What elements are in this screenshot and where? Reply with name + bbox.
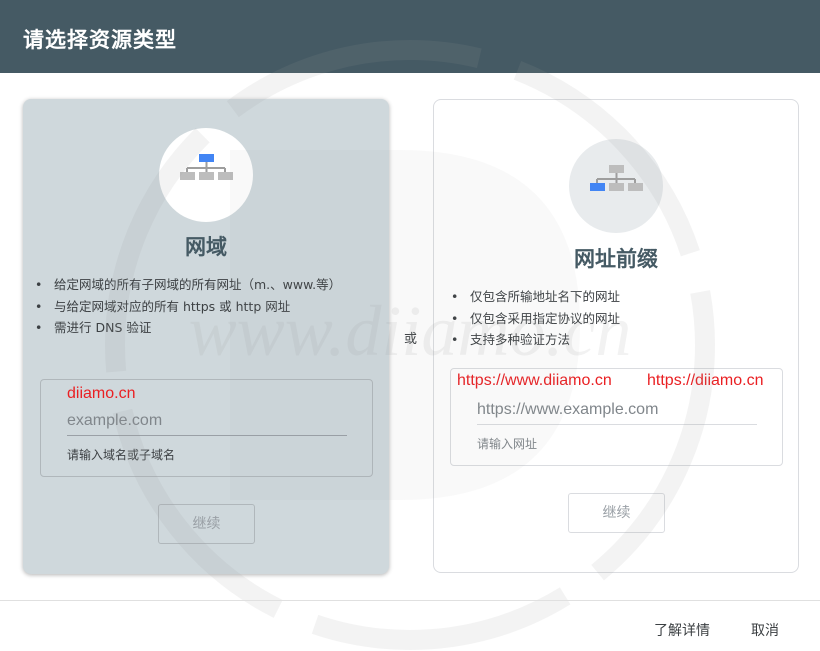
prefix-input-helper: 请输入网址 (477, 437, 538, 451)
domain-continue-button[interactable]: 继续 (158, 504, 255, 544)
list-item: 需进行 DNS 验证 (35, 317, 367, 339)
sitemap-icon (590, 165, 643, 191)
sitemap-icon (180, 154, 233, 180)
prefix-continue-button[interactable]: 继续 (568, 493, 665, 533)
list-item: 给定网域的所有子网域的所有网址（m.、www.等） (35, 274, 367, 296)
domain-icon-circle (159, 128, 253, 222)
dialog-header: 请选择资源类型 (0, 0, 820, 73)
prefix-card-title: 网址前缀 (574, 247, 658, 271)
list-item: 支持多种验证方法 (451, 329, 781, 351)
domain-card-title: 网域 (185, 235, 227, 259)
prefix-icon-circle (569, 139, 663, 233)
domain-feature-list: 给定网域的所有子网域的所有网址（m.、www.等） 与给定网域对应的所有 htt… (35, 274, 367, 339)
prefix-input-box: https://www.diiamo.cn https://diiamo.cn … (450, 368, 783, 466)
overlay-text: diiamo.cn (67, 385, 136, 402)
list-item: 仅包含采用指定协议的网址 (451, 308, 781, 330)
prefix-feature-list: 仅包含所输地址名下的网址 仅包含采用指定协议的网址 支持多种验证方法 (451, 286, 781, 351)
url-prefix-card[interactable]: 网址前缀 仅包含所输地址名下的网址 仅包含采用指定协议的网址 支持多种验证方法 … (433, 99, 799, 573)
overlay-text: https://diiamo.cn (647, 372, 764, 389)
cancel-button[interactable]: 取消 (751, 620, 779, 640)
domain-card[interactable]: 网域 给定网域的所有子网域的所有网址（m.、www.等） 与给定网域对应的所有 … (23, 99, 389, 574)
list-item: 与给定网域对应的所有 https 或 http 网址 (35, 296, 367, 318)
domain-input-helper: 请输入域名或子域名 (67, 448, 176, 462)
learn-more-button[interactable]: 了解详情 (654, 620, 710, 640)
list-item: 仅包含所输地址名下的网址 (451, 286, 781, 308)
overlay-text: https://www.diiamo.cn (457, 372, 612, 389)
or-divider-label: 或 (404, 332, 418, 347)
url-prefix-input[interactable] (477, 397, 757, 425)
domain-input[interactable] (67, 408, 347, 436)
dialog-title: 请选择资源类型 (23, 28, 177, 52)
dialog-footer: 了解详情 取消 (0, 600, 820, 651)
domain-input-box: diiamo.cn 请输入域名或子域名 (40, 379, 373, 477)
